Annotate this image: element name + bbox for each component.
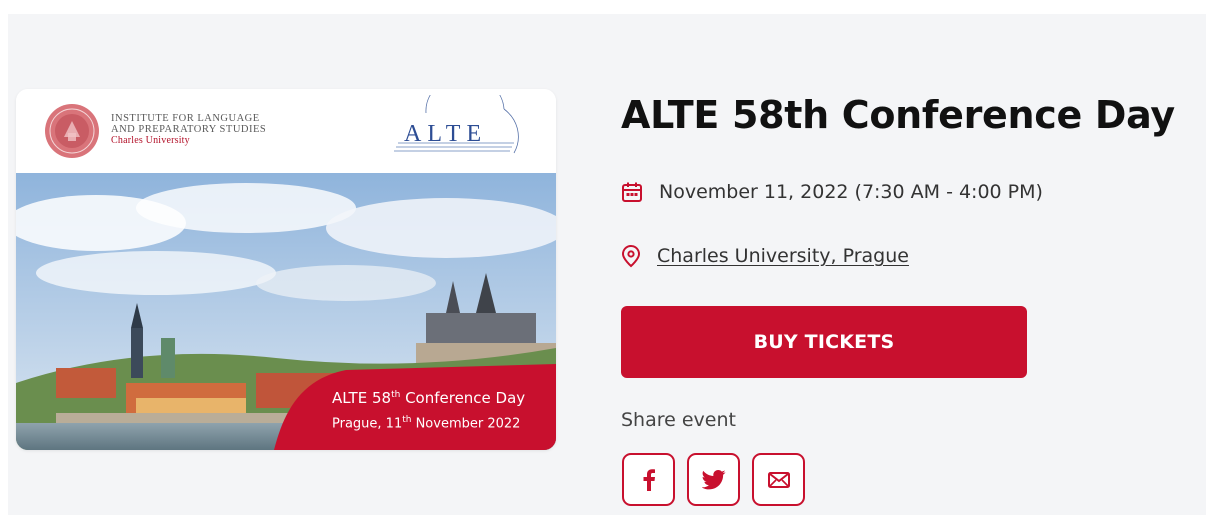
event-image: INSTITUTE FOR LANGUAGE AND PREPARATORY S… [16, 89, 556, 450]
share-label: Share event [621, 409, 736, 431]
caption-line-1: ALTE 58th Conference Day [332, 389, 525, 407]
buy-tickets-button[interactable]: BUY TICKETS [621, 306, 1027, 378]
charles-university-seal-icon [45, 104, 99, 158]
share-facebook-button[interactable] [622, 453, 675, 506]
share-twitter-button[interactable] [687, 453, 740, 506]
event-date: November 11, 2022 (7:30 AM - 4:00 PM) [621, 181, 1043, 203]
email-icon [767, 471, 790, 488]
caption-line-1-sup: th [391, 390, 401, 400]
twitter-icon [701, 469, 725, 489]
image-header: INSTITUTE FOR LANGUAGE AND PREPARATORY S… [16, 89, 556, 173]
caption-line-1-suffix: Conference Day [400, 389, 526, 407]
calendar-icon [622, 182, 642, 202]
event-location: Charles University, Prague [621, 244, 909, 268]
institute-line-3: Charles University [111, 135, 190, 146]
institute-line-2: AND PREPARATORY STUDIES [111, 124, 267, 135]
alte-logo: ALTE [394, 95, 519, 154]
prague-photo [16, 173, 556, 450]
share-email-button[interactable] [752, 453, 805, 506]
event-title: ALTE 58th Conference Day [621, 93, 1175, 137]
caption-line-2-prefix: Prague, 11 [332, 416, 403, 432]
caption-line-2: Prague, 11th November 2022 [332, 415, 520, 431]
caption-line-2-suffix: November 2022 [411, 416, 521, 432]
institute-name: INSTITUTE FOR LANGUAGE AND PREPARATORY S… [111, 113, 266, 146]
caption-line-1-prefix: ALTE 58 [332, 389, 392, 407]
facebook-icon [643, 468, 655, 491]
location-link[interactable]: Charles University, Prague [657, 245, 909, 267]
event-date-text: November 11, 2022 (7:30 AM - 4:00 PM) [659, 181, 1043, 203]
institute-line-1: INSTITUTE FOR LANGUAGE [111, 113, 260, 124]
alte-logo-text: ALTE [404, 121, 487, 147]
location-pin-icon [621, 244, 641, 268]
